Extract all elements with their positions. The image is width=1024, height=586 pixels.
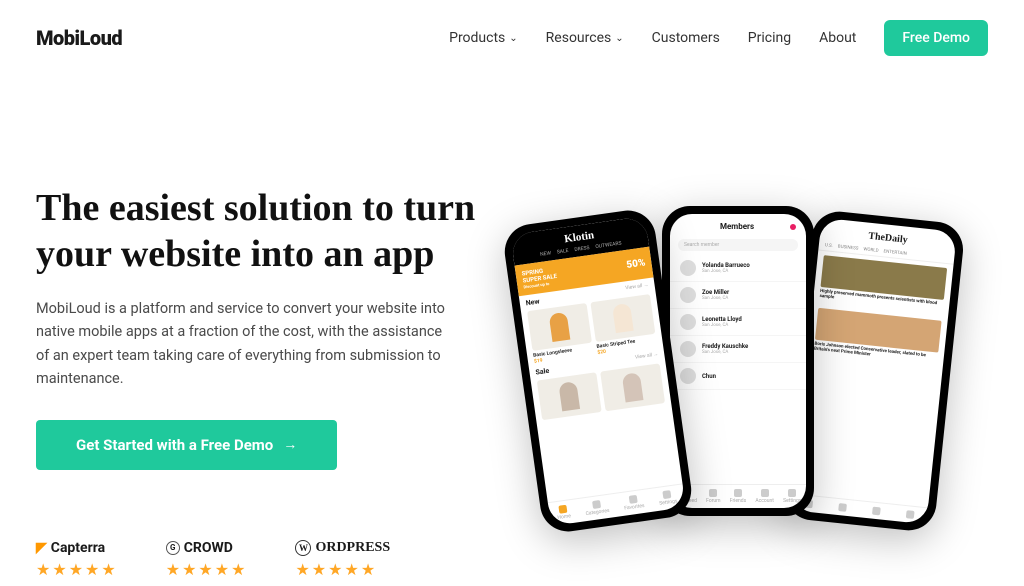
nav-pricing[interactable]: Pricing xyxy=(748,30,791,46)
member-row: Freddy KauschkeSan Jose, CA xyxy=(670,336,806,363)
phone2-search: Search member xyxy=(678,239,798,251)
member-row: Zoe MillerSan Jose, CA xyxy=(670,282,806,309)
nav-resources-label: Resources xyxy=(546,30,612,46)
product-card: Basic Striped Tee$20 xyxy=(590,294,657,356)
review-g2crowd: GCROWD ★★★★★ xyxy=(166,540,248,579)
chevron-down-icon: ⌄ xyxy=(509,33,517,44)
review-logos: ◤Capterra ★★★★★ GCROWD ★★★★★ WORDPRESS ★… xyxy=(36,540,476,579)
star-rating: ★★★★★ xyxy=(166,560,248,579)
phone1-navbar: Home Categories Favorites Settings xyxy=(548,483,686,526)
avatar-icon xyxy=(680,314,696,330)
capterra-icon: ◤ xyxy=(36,540,47,556)
hero-description: MobiLoud is a platform and service to co… xyxy=(36,297,456,390)
notification-dot-icon xyxy=(790,224,796,230)
member-row: Chun xyxy=(670,363,806,390)
member-row: Leonetta LloydSan Jose, CA xyxy=(670,309,806,336)
phone2-header: xMembers xyxy=(670,214,806,235)
hero-section: The easiest solution to turn your websit… xyxy=(0,76,1024,586)
review-capterra: ◤Capterra ★★★★★ xyxy=(36,540,118,579)
wordpress-icon: W xyxy=(295,540,311,556)
logo[interactable]: MobiLoud xyxy=(36,26,122,50)
hero-phones: Klotin NEWSALEDRESSOUTWEARS SPRINGSUPER … xyxy=(496,186,988,586)
star-rating: ★★★★★ xyxy=(36,560,118,579)
avatar-icon xyxy=(680,260,696,276)
star-rating: ★★★★★ xyxy=(295,560,390,579)
hero-content: The easiest solution to turn your websit… xyxy=(36,186,476,586)
product-card: Basic Longsleeve$19 xyxy=(527,303,594,365)
phone-mockups: Klotin NEWSALEDRESSOUTWEARS SPRINGSUPER … xyxy=(522,206,962,586)
nav-customers[interactable]: Customers xyxy=(652,30,720,46)
avatar-icon xyxy=(680,287,696,303)
nav-products-label: Products xyxy=(449,30,505,46)
product-card xyxy=(537,372,602,420)
chevron-down-icon: ⌄ xyxy=(615,33,623,44)
free-demo-button[interactable]: Free Demo xyxy=(884,20,988,56)
get-started-button[interactable]: Get Started with a Free Demo → xyxy=(36,420,337,470)
nav-products[interactable]: Products ⌄ xyxy=(449,30,518,46)
g2-icon: G xyxy=(166,541,180,555)
avatar-icon xyxy=(680,368,696,384)
product-card xyxy=(600,363,665,411)
main-nav: Products⌄ Resources⌄ Customers Pricing A… xyxy=(449,20,988,56)
cta-label: Get Started with a Free Demo xyxy=(76,436,273,454)
header: MobiLoud Products⌄ Resources⌄ Customers … xyxy=(0,0,1024,76)
wordpress-logo: WORDPRESS xyxy=(295,540,390,556)
nav-resources[interactable]: Resources⌄ xyxy=(546,30,624,46)
phone1-discount: 50% xyxy=(626,257,646,271)
capterra-logo: ◤Capterra xyxy=(36,540,118,556)
hero-title: The easiest solution to turn your websit… xyxy=(36,186,476,277)
g2crowd-logo: GCROWD xyxy=(166,540,248,556)
member-row: Yolanda BarruecoSan Jose, CA xyxy=(670,255,806,282)
review-wordpress: WORDPRESS ★★★★★ xyxy=(295,540,390,579)
nav-about[interactable]: About xyxy=(819,30,856,46)
arrow-right-icon: → xyxy=(283,436,297,453)
avatar-icon xyxy=(680,341,696,357)
